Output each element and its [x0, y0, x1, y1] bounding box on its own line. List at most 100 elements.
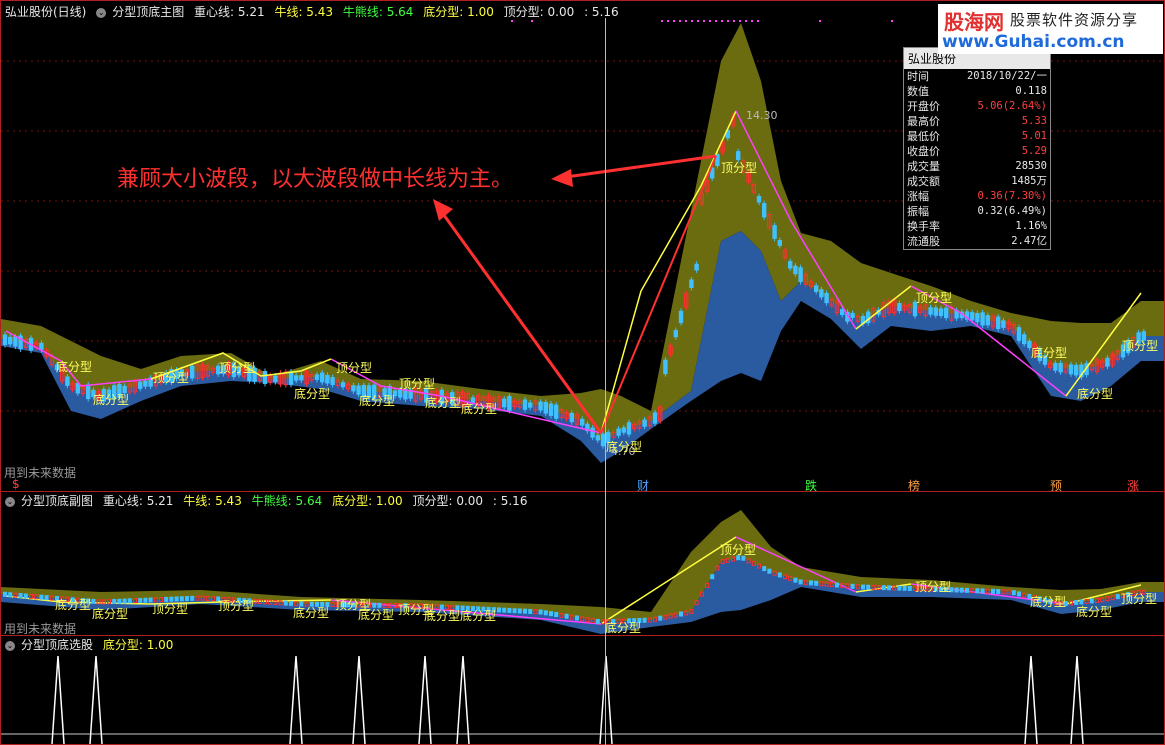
sub-candle	[143, 597, 148, 603]
extra-value: : 5.16	[584, 5, 619, 19]
sub-candle	[907, 585, 912, 591]
candle-body	[850, 312, 855, 318]
sub-candle	[658, 615, 663, 621]
sub-difenxing-label: 底分型	[358, 608, 395, 622]
candle-body	[1074, 364, 1079, 376]
info-key: 数值	[907, 85, 929, 98]
info-value: 0.32(6.49%)	[977, 205, 1047, 217]
sub-niuxiong-value: 牛熊线: 5.64	[251, 494, 323, 508]
sub-candle	[814, 580, 819, 586]
candle-body	[548, 403, 554, 416]
sub-candle	[1017, 591, 1021, 597]
info-row: 收盘价 5.29	[904, 144, 1050, 159]
sub-header: ⌄ 分型顶底副图 重心线: 5.21 牛线: 5.43 牛熊线: 5.64 底分型…	[5, 493, 533, 509]
difenxing-label: 底分型	[56, 360, 93, 374]
top-dot-marker	[745, 20, 747, 22]
sub-candle	[575, 615, 579, 621]
candle-body	[288, 371, 294, 385]
candle-body	[819, 289, 824, 298]
top-dot-marker	[679, 20, 681, 22]
sub-indicator-menu-icon[interactable]: ⌄	[5, 496, 15, 507]
top-dot-marker	[715, 20, 717, 22]
sub-candle	[543, 610, 548, 616]
top-dot-marker	[511, 20, 513, 22]
top-dot-marker	[739, 20, 741, 22]
info-value: 2.47亿	[1011, 235, 1047, 247]
sub-candle	[980, 588, 985, 594]
candle-body	[933, 307, 938, 316]
select-signal-spike	[289, 655, 303, 744]
dingfenxing-label: 顶分型	[916, 291, 953, 305]
top-dot-marker	[667, 20, 669, 22]
info-value: 1485万	[1011, 175, 1047, 187]
sub-dingfenxing-label: 顶分型	[218, 599, 255, 613]
candle-body	[772, 225, 777, 239]
sub-difenxing-label: 底分型	[460, 609, 497, 623]
quote-info-box[interactable]: 弘业股份 ⌃ 时间 2018/10/22/一 数值 0.118 开盘价 5.06(2.64…	[903, 47, 1051, 250]
niu-value: 牛线: 5.43	[274, 5, 334, 19]
info-value: 28530	[1015, 160, 1047, 172]
candle-body	[824, 292, 829, 304]
sub-candle	[549, 611, 553, 617]
info-value: 5.33	[1021, 115, 1047, 127]
candle-body	[975, 313, 980, 323]
sub-candle	[767, 568, 772, 574]
info-key: 开盘价	[907, 100, 940, 113]
stock-title[interactable]: 弘业股份(日线)	[5, 5, 86, 19]
candle-body	[673, 330, 678, 338]
main-indicator-name[interactable]: 分型顶底主图	[112, 5, 184, 19]
event-marker-dollar[interactable]: $	[12, 477, 20, 491]
annotation-arrowhead	[551, 169, 573, 187]
sub-difenxing-label: 底分型	[92, 607, 129, 621]
info-key: 流通股	[907, 235, 940, 248]
sub-candle	[710, 574, 715, 580]
indicator-menu-icon[interactable]: ⌄	[96, 7, 107, 18]
info-title-text: 弘业股份	[908, 52, 957, 66]
select-chart-pane[interactable]: ⌄ 分型顶底选股 底分型: 1.00	[0, 635, 1165, 745]
candle-body	[65, 376, 70, 386]
candle-body	[621, 427, 626, 433]
candle-body	[1016, 327, 1022, 341]
sub-indicator-name[interactable]: 分型顶底副图	[21, 494, 93, 508]
top-dot-marker	[697, 20, 699, 22]
info-value: 0.36(7.30%)	[977, 190, 1047, 202]
candle-body	[330, 377, 335, 386]
sub-candle	[523, 608, 527, 614]
candle-body	[1058, 362, 1063, 373]
sub-candle	[793, 577, 798, 583]
annotation-arrowhead	[433, 199, 453, 221]
sub-candle	[798, 579, 803, 585]
difenxing-label: 底分型	[359, 394, 396, 408]
sub-difenxing-label: 底分型	[55, 598, 92, 612]
sub-candle	[642, 617, 647, 623]
candle-body	[507, 395, 512, 411]
top-dot-marker	[727, 20, 729, 22]
difenxing-label: 底分型	[425, 396, 462, 410]
select-signal-spike	[1070, 655, 1084, 744]
dingfenxing-label: 顶分型	[336, 361, 373, 375]
info-key: 收盘价	[907, 145, 940, 158]
sub-dingfenxing-label: 顶分型	[915, 580, 952, 594]
select-signal-spike	[418, 655, 432, 744]
sub-candle	[902, 585, 907, 591]
sub-candle	[887, 585, 891, 591]
info-value: 5.29	[1021, 145, 1047, 157]
top-dot-marker	[703, 20, 705, 22]
dingfenxing-value: 顶分型: 0.00	[503, 5, 575, 19]
select-signal-spike	[456, 655, 470, 744]
candle-body	[580, 418, 585, 426]
watermark-site: 股海网	[944, 10, 1004, 34]
info-key: 换手率	[907, 220, 940, 233]
candle-body	[538, 401, 543, 411]
sub-candle	[23, 593, 28, 599]
info-key: 成交额	[907, 175, 940, 188]
candle-body	[143, 380, 148, 387]
select-indicator-menu-icon[interactable]: ⌄	[5, 640, 15, 651]
candle-body	[788, 261, 793, 269]
sub-difenxing-label: 底分型	[1076, 605, 1113, 619]
select-indicator-name[interactable]: 分型顶底选股	[21, 638, 93, 652]
sub-candle	[497, 607, 501, 613]
candle-body	[1022, 334, 1027, 345]
sub-difenxing-label: 底分型	[1030, 595, 1067, 609]
info-key: 最低价	[907, 130, 940, 143]
